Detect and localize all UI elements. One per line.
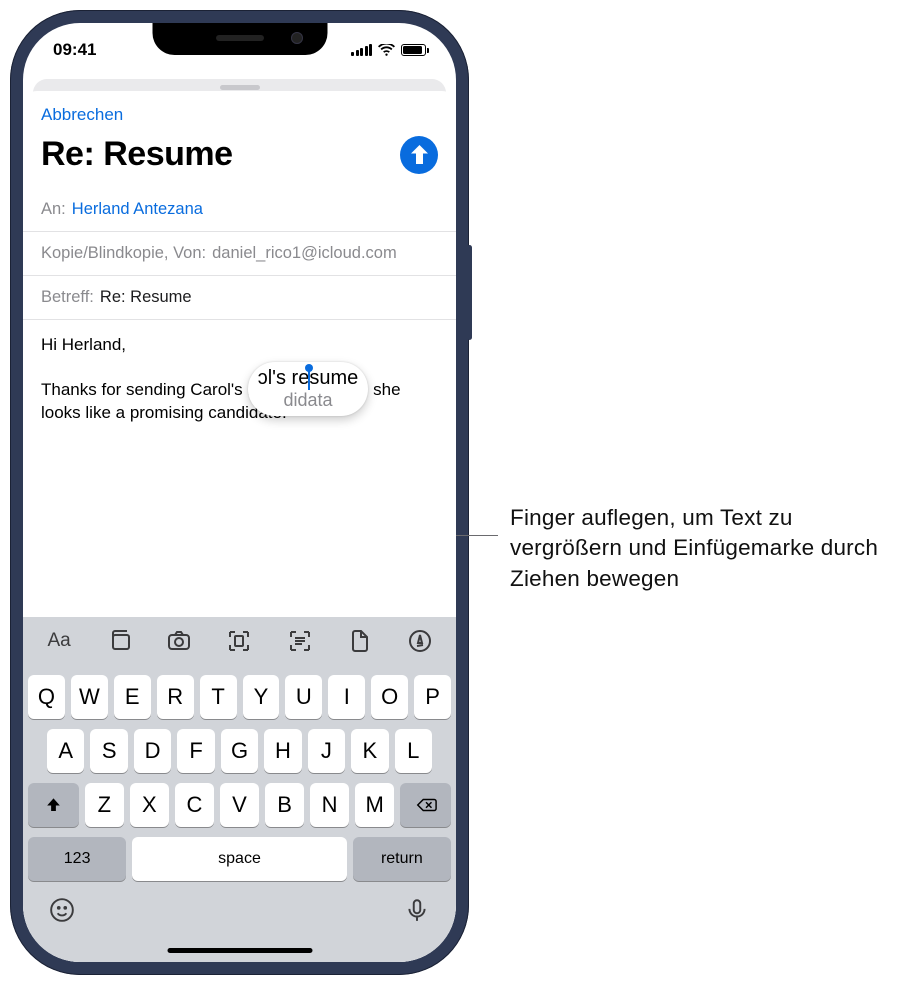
key-w[interactable]: W <box>71 675 108 719</box>
key-return[interactable]: return <box>353 837 451 881</box>
scan-text-icon[interactable] <box>277 621 323 661</box>
key-j[interactable]: J <box>308 729 345 773</box>
screen: 09:41 Abbrechen Re: Resume A <box>23 23 456 962</box>
compose-body[interactable]: Hi Herland, Thanks for sending Carol's r… <box>23 320 456 617</box>
earpiece <box>216 35 264 41</box>
sheet-grabber[interactable] <box>220 85 260 90</box>
status-time: 09:41 <box>53 40 96 60</box>
send-button[interactable] <box>400 136 438 174</box>
key-space[interactable]: space <box>132 837 346 881</box>
from-value: daniel_rico1@icloud.com <box>212 244 397 263</box>
text-format-icon[interactable]: Aa <box>36 621 82 661</box>
key-backspace[interactable] <box>400 783 451 827</box>
body-greeting: Hi Herland, <box>41 334 438 357</box>
keyboard-row-2: A S D F G H J K L <box>23 729 456 773</box>
key-m[interactable]: M <box>355 783 394 827</box>
key-r[interactable]: R <box>157 675 194 719</box>
key-u[interactable]: U <box>285 675 322 719</box>
keyboard-toolbar: Aa <box>23 617 456 665</box>
key-x[interactable]: X <box>130 783 169 827</box>
battery-icon <box>401 44 426 56</box>
keyboard-row-3: Z X C V B N M <box>23 783 456 827</box>
side-button <box>467 245 472 340</box>
iphone-device-frame: 09:41 Abbrechen Re: Resume A <box>10 10 469 975</box>
key-e[interactable]: E <box>114 675 151 719</box>
key-q[interactable]: Q <box>28 675 65 719</box>
key-z[interactable]: Z <box>85 783 124 827</box>
field-cc-bcc-from[interactable]: Kopie/Blindkopie, Von: daniel_rico1@iclo… <box>23 232 456 276</box>
photo-library-icon[interactable] <box>96 621 142 661</box>
field-subject[interactable]: Betreff: Re: Resume <box>23 276 456 320</box>
dictation-button[interactable] <box>404 897 430 928</box>
emoji-button[interactable] <box>49 897 75 928</box>
cc-label: Kopie/Blindkopie, Von: <box>41 244 206 263</box>
key-g[interactable]: G <box>221 729 258 773</box>
key-numbers[interactable]: 123 <box>28 837 126 881</box>
wifi-icon <box>378 44 395 57</box>
magnifier-caret <box>308 368 310 390</box>
key-c[interactable]: C <box>175 783 214 827</box>
compose-title: Re: Resume <box>41 135 233 174</box>
key-h[interactable]: H <box>264 729 301 773</box>
key-p[interactable]: P <box>414 675 451 719</box>
key-a[interactable]: A <box>47 729 84 773</box>
to-recipient[interactable]: Herland Antezana <box>72 200 203 219</box>
body-paragraph: Thanks for sending Carol's resumé I agre… <box>41 379 438 425</box>
key-v[interactable]: V <box>220 783 259 827</box>
cellular-signal-icon <box>351 44 372 56</box>
compose-sheet: Abbrechen Re: Resume An: Herland Antezan… <box>23 91 456 962</box>
camera-icon[interactable] <box>156 621 202 661</box>
attach-file-icon[interactable] <box>337 621 383 661</box>
key-o[interactable]: O <box>371 675 408 719</box>
subject-label: Betreff: <box>41 288 94 307</box>
keyboard-row-1: Q W E R T Y U I O P <box>23 675 456 719</box>
body-text-before-caret: Thanks for sending Carol's re <box>41 380 263 399</box>
key-n[interactable]: N <box>310 783 349 827</box>
key-t[interactable]: T <box>200 675 237 719</box>
markup-icon[interactable] <box>397 621 443 661</box>
cancel-button[interactable]: Abbrechen <box>41 105 123 124</box>
keyboard-row-4: 123 space return <box>23 837 456 881</box>
subject-value: Re: Resume <box>100 288 192 307</box>
key-b[interactable]: B <box>265 783 304 827</box>
to-label: An: <box>41 200 66 219</box>
key-k[interactable]: K <box>351 729 388 773</box>
key-i[interactable]: I <box>328 675 365 719</box>
field-to[interactable]: An: Herland Antezana <box>23 188 456 232</box>
scan-document-icon[interactable] <box>216 621 262 661</box>
key-d[interactable]: D <box>134 729 171 773</box>
magnifier-text-line2: didata <box>283 390 332 411</box>
key-shift[interactable] <box>28 783 79 827</box>
key-f[interactable]: F <box>177 729 214 773</box>
home-indicator[interactable] <box>167 948 312 953</box>
key-y[interactable]: Y <box>243 675 280 719</box>
arrow-up-icon <box>411 145 428 164</box>
callout-text: Finger auflegen, um Text zu vergrößern u… <box>510 503 885 594</box>
key-l[interactable]: L <box>395 729 432 773</box>
keyboard: Aa Q W E R T Y <box>23 617 456 962</box>
key-s[interactable]: S <box>90 729 127 773</box>
text-magnifier-loupe: ɔl's resume didata <box>248 362 368 416</box>
